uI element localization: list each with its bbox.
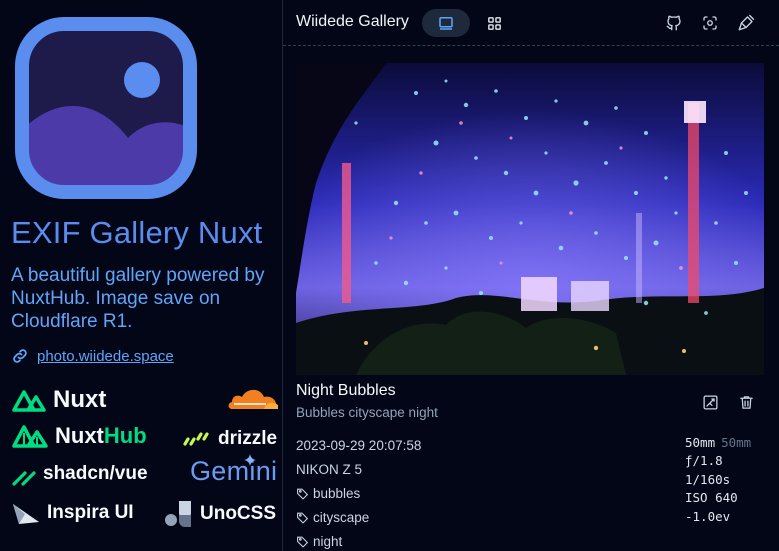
nuxthub-text-a: Nuxt bbox=[55, 423, 104, 448]
gallery-app-icon bbox=[15, 17, 197, 199]
nuxthub-text-b: Hub bbox=[103, 423, 147, 448]
exif-shutter: 1/160s bbox=[685, 471, 731, 487]
shadcn-vue-logo[interactable]: shadcn/vue bbox=[11, 462, 148, 486]
sidebar: EXIF Gallery Nuxt A beautiful gallery po… bbox=[0, 0, 283, 551]
night-bubbles-photo[interactable] bbox=[296, 63, 764, 375]
screenshot-icon bbox=[703, 16, 717, 30]
tag-icon bbox=[297, 512, 309, 524]
unocss-logo-text: UnoCSS bbox=[200, 503, 276, 524]
drizzle-logo-text: drizzle bbox=[218, 428, 278, 449]
inspira-ui-logo[interactable]: Inspira UI bbox=[11, 500, 134, 526]
website-link-text[interactable]: photo.wiidede.space bbox=[37, 348, 174, 365]
exif-ev: -1.0ev bbox=[685, 508, 731, 524]
exif-focal-row: 50mm 50mm bbox=[685, 433, 765, 452]
exif-aperture: ƒ/1.8 bbox=[685, 453, 723, 469]
tag-bubbles[interactable]: bubbles bbox=[296, 481, 421, 505]
drizzle-logo[interactable]: drizzle bbox=[182, 428, 277, 450]
tag-night[interactable]: night bbox=[296, 529, 421, 551]
app-title: EXIF Gallery Nuxt bbox=[11, 215, 263, 250]
tag-label: cityscape bbox=[313, 509, 370, 525]
gallery-title: Wiidede Gallery bbox=[296, 13, 409, 30]
exif-focal: 50mm bbox=[685, 434, 716, 450]
unocss-logo[interactable]: UnoCSS bbox=[162, 499, 276, 529]
gemini-logo[interactable]: Gemini bbox=[190, 454, 278, 487]
top-header: Wiidede Gallery bbox=[283, 0, 779, 46]
shadcn-logo-text: shadcn/vue bbox=[43, 463, 148, 484]
single-view-icon bbox=[439, 17, 453, 30]
camera-model: NIKON Z 5 bbox=[296, 461, 363, 477]
link-icon bbox=[13, 349, 27, 363]
trash-icon bbox=[739, 395, 753, 409]
image-expand-icon bbox=[702, 394, 718, 410]
grid-view-button[interactable] bbox=[470, 9, 518, 37]
photo-subtitle: Bubbles cityscape night bbox=[296, 405, 438, 420]
shadcn-icon bbox=[12, 471, 36, 486]
inspira-logo-text: Inspira UI bbox=[47, 502, 134, 523]
tag-icon bbox=[297, 536, 309, 548]
app-description: A beautiful gallery powered by NuxtHub. … bbox=[11, 265, 265, 332]
github-icon bbox=[666, 15, 681, 31]
tag-cityscape[interactable]: cityscape bbox=[296, 505, 421, 529]
grid-view-icon bbox=[487, 16, 501, 30]
delete-button[interactable] bbox=[736, 392, 756, 412]
brush-icon bbox=[738, 14, 755, 31]
nuxt-logo[interactable]: Nuxt bbox=[11, 386, 106, 414]
gemini-sparkle-icon bbox=[244, 454, 256, 466]
photo-date: 2023-09-29 20:07:58 bbox=[296, 437, 422, 453]
nuxthub-mountain-icon bbox=[12, 425, 48, 448]
exif-iso: ISO 640 bbox=[685, 490, 738, 506]
photo-title: Night Bubbles bbox=[296, 382, 396, 399]
photo-meta: 2023-09-29 20:07:58 NIKON Z 5 bubbles ci… bbox=[296, 433, 421, 551]
view-original-button[interactable] bbox=[700, 392, 720, 412]
cloudflare-logo[interactable] bbox=[226, 385, 280, 411]
tag-label: night bbox=[313, 533, 343, 549]
screenshot-button[interactable] bbox=[700, 13, 720, 33]
tag-label: bubbles bbox=[313, 485, 361, 501]
website-link[interactable]: photo.wiidede.space bbox=[11, 347, 174, 365]
exif-focal-35: 50mm bbox=[721, 434, 752, 450]
unocss-icon bbox=[165, 501, 191, 527]
exif-panel: 50mm 50mm ƒ/1.8 1/160s ISO 640 -1.0ev bbox=[685, 433, 765, 526]
cloudflare-cloud-icon bbox=[228, 389, 278, 409]
github-button[interactable] bbox=[664, 13, 684, 33]
drizzle-icon bbox=[183, 432, 209, 446]
nuxt-logo-text: Nuxt bbox=[53, 386, 107, 413]
inspira-icon bbox=[13, 504, 39, 524]
nuxt-mountain-icon bbox=[12, 390, 46, 412]
tag-icon bbox=[297, 488, 309, 500]
nuxthub-logo[interactable]: NuxtHub bbox=[11, 423, 147, 449]
theme-brush-button[interactable] bbox=[736, 13, 756, 33]
single-view-button[interactable] bbox=[422, 9, 470, 37]
gemini-logo-text: Gemini bbox=[190, 456, 278, 486]
nuxthub-logo-text: NuxtHub bbox=[55, 423, 147, 449]
